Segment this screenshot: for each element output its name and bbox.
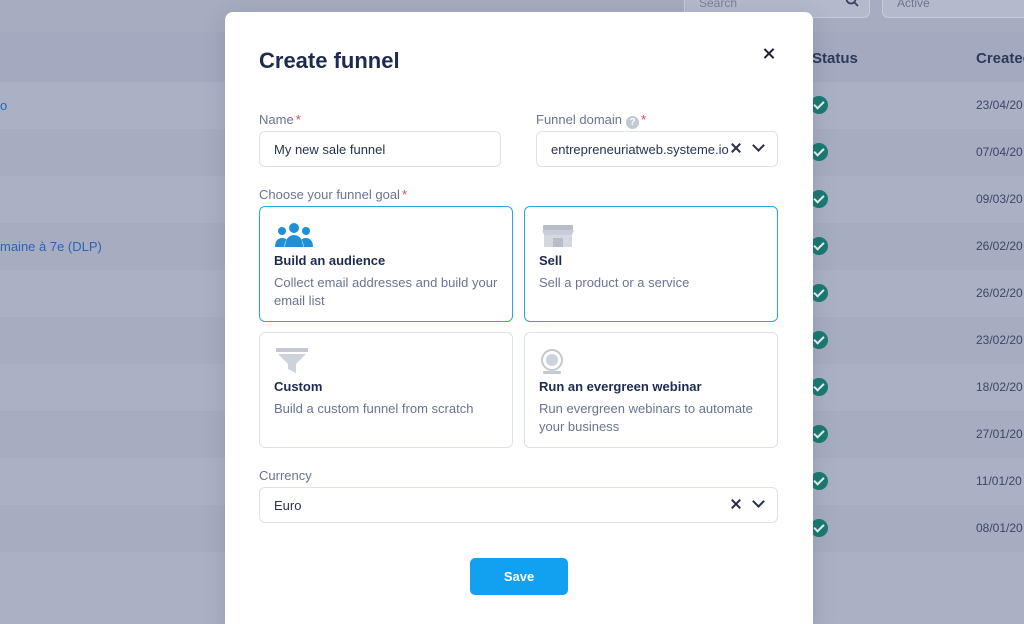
row-date: 23/04/20: [976, 98, 1023, 112]
filter-value: Active: [897, 0, 930, 10]
close-icon[interactable]: [761, 46, 777, 62]
row-date: 11/01/20: [976, 474, 1022, 488]
goal-description: Build a custom funnel from scratch: [274, 401, 474, 416]
required-mark: *: [641, 112, 647, 127]
people-icon: [275, 223, 313, 247]
save-button[interactable]: Save: [470, 558, 568, 595]
funnel-domain-value: entrepreneuriatweb.systeme.io: [551, 142, 729, 157]
column-header-status: Status: [812, 50, 858, 67]
help-icon[interactable]: ?: [626, 116, 639, 129]
funnel-domain-label-text: Funnel domain: [536, 112, 622, 127]
row-date: 07/04/20: [976, 145, 1023, 159]
row-date: 08/01/20: [976, 521, 1023, 535]
row-date: 23/02/20: [976, 333, 1023, 347]
goal-description: Collect email addresses and build your e…: [274, 275, 498, 308]
currency-label: Currency: [259, 468, 312, 483]
modal-title: Create funnel: [259, 48, 400, 73]
search-placeholder: Search: [699, 0, 738, 10]
funnel-domain-label: Funnel domain? *: [536, 112, 646, 129]
row-date: 09/03/20: [976, 192, 1023, 206]
name-label: Name *: [259, 112, 301, 127]
clear-domain-icon[interactable]: [730, 142, 742, 154]
goal-title: Build an audience: [274, 253, 386, 268]
row-date: 18/02/20: [976, 380, 1023, 394]
required-mark: *: [295, 112, 301, 127]
background-status-filter[interactable]: Active: [882, 0, 1024, 18]
goal-title: Run an evergreen webinar: [539, 379, 702, 394]
goal-description: Run evergreen webinars to automate your …: [539, 401, 753, 434]
funnel-goal-label-text: Choose your funnel goal: [259, 187, 400, 202]
row-name-link[interactable]: o: [0, 98, 7, 113]
goal-card-evergreen-webinar[interactable]: Run an evergreen webinar Run evergreen w…: [524, 332, 778, 448]
name-label-text: Name: [259, 112, 294, 127]
search-icon: [845, 0, 859, 7]
goal-card-custom[interactable]: Custom Build a custom funnel from scratc…: [259, 332, 513, 448]
goal-title: Custom: [274, 379, 323, 394]
row-name-link[interactable]: maine à 7e (DLP): [0, 239, 102, 254]
chevron-down-icon[interactable]: [751, 140, 765, 154]
goal-card-build-audience[interactable]: Build an audience Collect email addresse…: [259, 206, 513, 322]
create-funnel-modal: Create funnel Name * My new sale funnel F…: [225, 12, 813, 624]
row-date: 26/02/20: [976, 286, 1023, 300]
currency-select[interactable]: Euro: [259, 487, 778, 523]
webinar-icon: [541, 349, 563, 374]
chevron-down-icon[interactable]: [751, 496, 765, 510]
row-date: 26/02/20: [976, 239, 1023, 253]
goal-description: Sell a product or a service: [539, 275, 690, 290]
store-icon: [542, 225, 574, 247]
goal-card-sell[interactable]: Sell Sell a product or a service: [524, 206, 778, 322]
funnel-goal-label: Choose your funnel goal *: [259, 187, 407, 202]
clear-currency-icon[interactable]: [730, 498, 742, 510]
name-input-value: My new sale funnel: [274, 142, 386, 157]
name-input[interactable]: My new sale funnel: [259, 131, 501, 167]
currency-value: Euro: [274, 498, 302, 513]
column-header-created: Created: [976, 50, 1024, 67]
required-mark: *: [401, 187, 407, 202]
funnel-icon: [276, 348, 308, 373]
row-date: 27/01/20: [976, 427, 1023, 441]
goal-title: Sell: [539, 253, 563, 268]
